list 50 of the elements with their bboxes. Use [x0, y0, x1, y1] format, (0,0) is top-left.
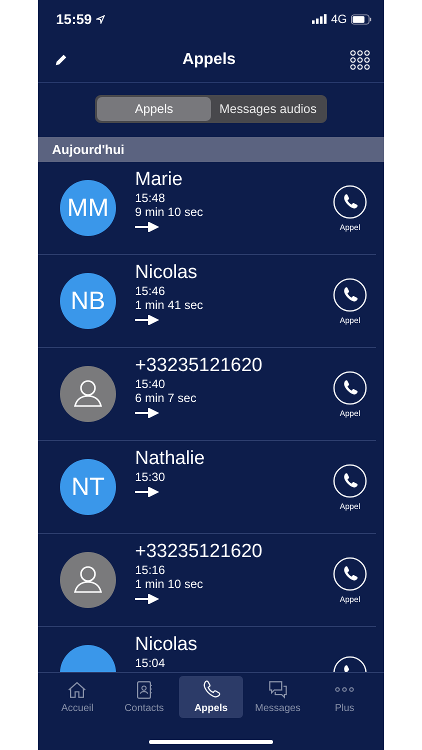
edit-icon[interactable] — [54, 53, 68, 67]
clock-time: 15:59 — [56, 11, 92, 27]
call-label: Appel — [340, 594, 360, 604]
location-arrow-icon — [96, 14, 105, 24]
call-time: 15:40 — [135, 377, 166, 391]
contact-name: +33235121620 — [135, 354, 262, 377]
call-time: 15:46 — [135, 284, 166, 298]
call-label: Appel — [340, 316, 360, 324]
call-duration: 9 min 10 sec — [135, 205, 204, 219]
contact-name: Nicolas — [135, 261, 198, 284]
contact-name: Nicolas — [135, 633, 198, 656]
screen-title: Appels — [182, 51, 236, 69]
phone-call-button[interactable] — [333, 278, 367, 312]
dialpad-icon[interactable] — [350, 50, 370, 70]
signal-icon — [312, 14, 327, 24]
call-time: 15:48 — [135, 191, 166, 205]
person-avatar-icon — [60, 366, 116, 422]
tab-bar-item[interactable]: Contacts — [112, 676, 176, 718]
avatar-initials: MM — [60, 180, 116, 236]
tab-bar-item[interactable]: Plus — [312, 676, 377, 718]
person-avatar-icon — [60, 552, 116, 608]
network-label: 4G — [330, 12, 347, 26]
avatar-initials: NT — [60, 459, 116, 515]
call-label: Appel — [340, 408, 360, 418]
contact-name: Nathalie — [135, 447, 205, 470]
section-header: Aujourd'hui — [38, 137, 384, 162]
home-icon — [66, 679, 88, 701]
call-time: 15:30 — [135, 470, 166, 484]
contact-name: Marie — [135, 168, 183, 191]
tab-bar-item[interactable]: Accueil — [45, 676, 110, 718]
chat-bubbles-icon — [266, 679, 289, 701]
call-duration: 1 min 41 sec — [135, 298, 204, 312]
tab-bar-item[interactable]: Appels — [178, 676, 243, 718]
phone-call-button[interactable] — [333, 556, 367, 590]
contact-name: +33235121620 — [135, 540, 262, 563]
call-time: 15:16 — [135, 563, 166, 577]
phone-call-button[interactable] — [333, 464, 367, 498]
phone-call-button[interactable] — [333, 184, 367, 218]
call-label: Appel — [340, 502, 360, 510]
battery-icon — [351, 14, 372, 24]
call-time: 15:04 — [135, 656, 166, 670]
segment-tab[interactable]: Messages audios — [211, 97, 325, 121]
tab-bar-item[interactable]: Messages — [246, 676, 310, 718]
segment-tab[interactable]: Appels — [97, 97, 211, 121]
avatar-initials: NB — [60, 273, 116, 329]
more-icon — [335, 687, 354, 692]
call-label: Appel — [340, 222, 360, 232]
phone-call-button[interactable] — [333, 370, 367, 404]
call-duration: 1 min 10 sec — [135, 577, 204, 591]
call-duration: 6 min 7 sec — [135, 391, 196, 405]
